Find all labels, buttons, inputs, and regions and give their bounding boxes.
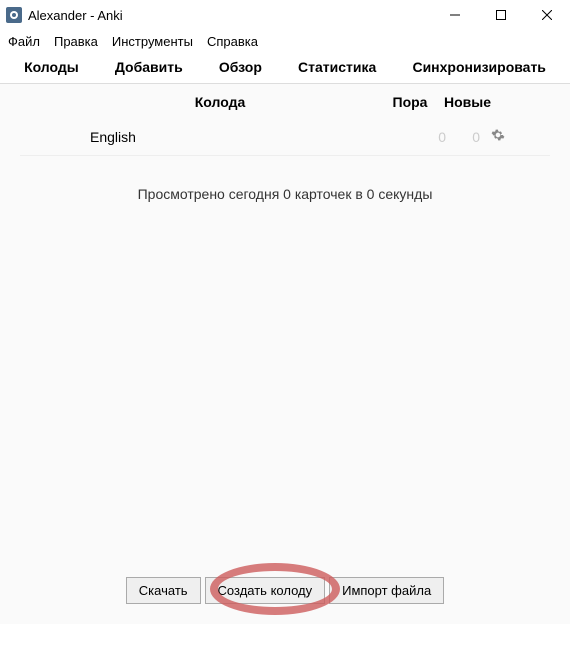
header-due: Пора: [380, 94, 440, 110]
main-tabs: Колоды Добавить Обзор Статистика Синхрон…: [0, 53, 570, 84]
tab-browse[interactable]: Обзор: [219, 59, 262, 75]
menu-edit[interactable]: Правка: [54, 34, 98, 49]
deck-due-count: 0: [386, 129, 446, 145]
header-deck: Колода: [60, 94, 380, 110]
maximize-button[interactable]: [478, 0, 524, 30]
menubar: Файл Правка Инструменты Справка: [0, 30, 570, 53]
deck-table-header: Колода Пора Новые: [20, 84, 550, 118]
minimize-button[interactable]: [432, 0, 478, 30]
tab-add[interactable]: Добавить: [115, 59, 183, 75]
titlebar: Alexander - Anki: [0, 0, 570, 30]
menu-help[interactable]: Справка: [207, 34, 258, 49]
content-area: Колода Пора Новые English 0 0 Просмотрен…: [0, 84, 570, 624]
menu-tools[interactable]: Инструменты: [112, 34, 193, 49]
download-button[interactable]: Скачать: [126, 577, 201, 604]
gear-icon[interactable]: [486, 128, 510, 145]
app-icon: [6, 7, 22, 23]
close-button[interactable]: [524, 0, 570, 30]
deck-new-count: 0: [446, 129, 486, 145]
deck-row[interactable]: English 0 0: [20, 118, 550, 156]
status-text: Просмотрено сегодня 0 карточек в 0 секун…: [20, 156, 550, 202]
import-file-button[interactable]: Импорт файла: [329, 577, 444, 604]
tab-sync[interactable]: Синхронизировать: [412, 59, 545, 75]
bottom-buttons: Скачать Создать колоду Импорт файла: [0, 577, 570, 604]
create-deck-button[interactable]: Создать колоду: [205, 577, 326, 604]
menu-file[interactable]: Файл: [8, 34, 40, 49]
window-controls: [432, 0, 570, 30]
header-new: Новые: [440, 94, 510, 110]
tab-decks[interactable]: Колоды: [24, 59, 79, 75]
window-title: Alexander - Anki: [28, 8, 432, 23]
deck-name[interactable]: English: [60, 129, 386, 145]
tab-stats[interactable]: Статистика: [298, 59, 376, 75]
